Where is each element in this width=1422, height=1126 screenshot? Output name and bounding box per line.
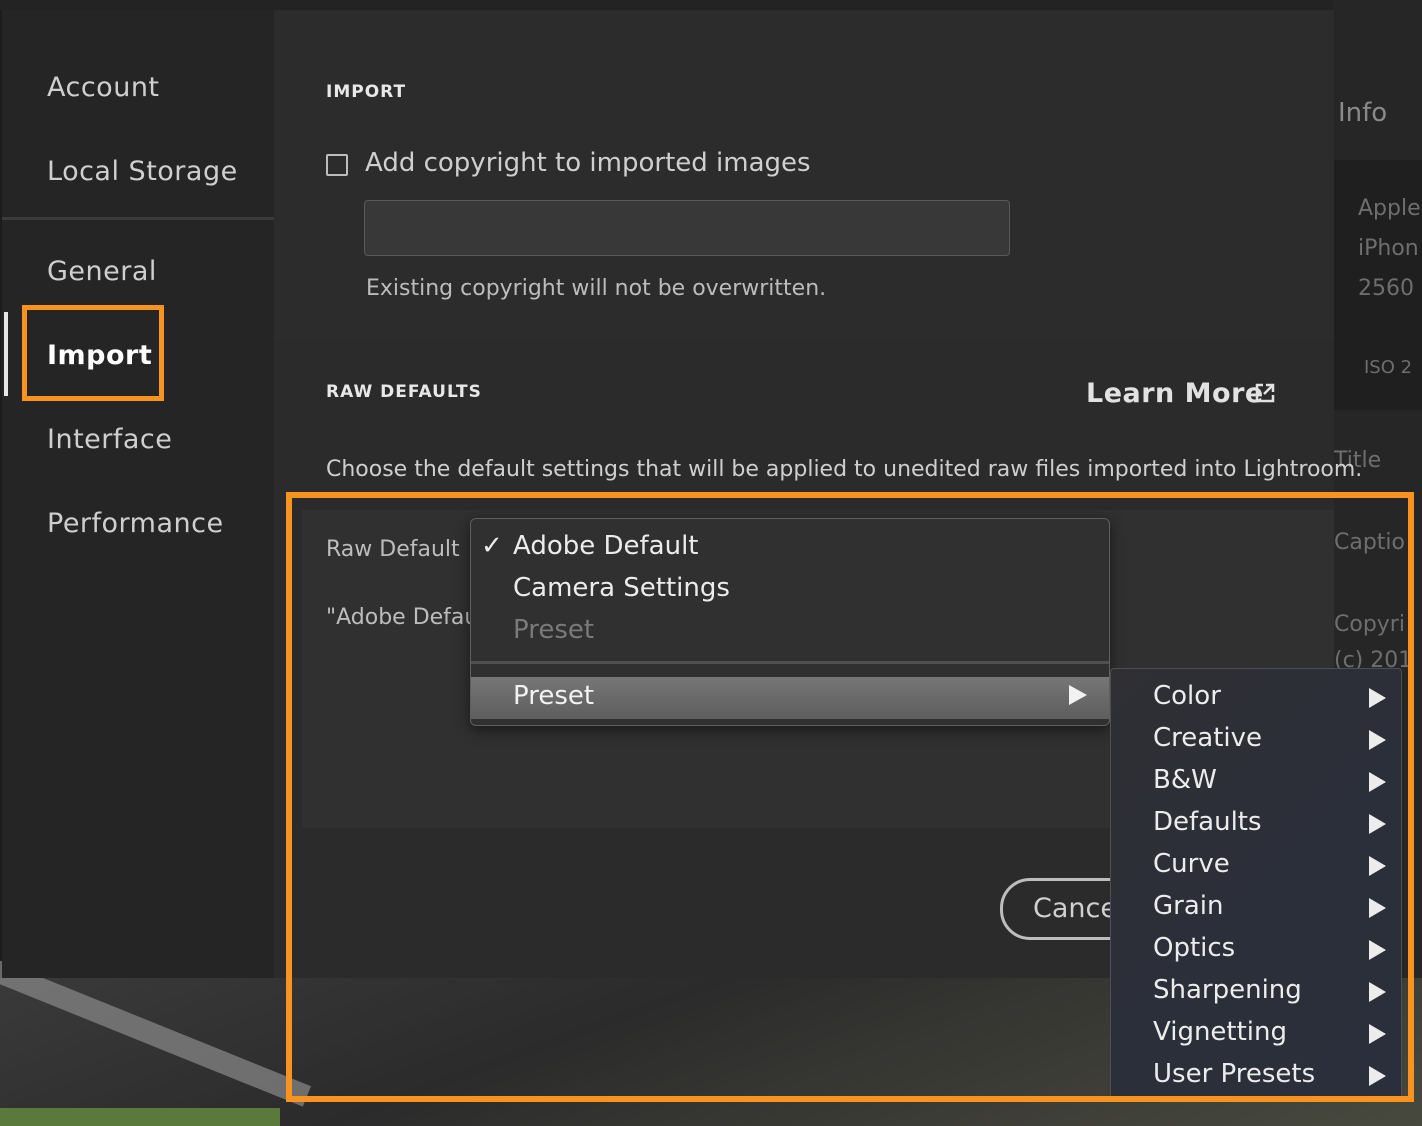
info-dimensions: 2560 (1358, 276, 1414, 301)
sidebar-item-interface[interactable]: Interface (47, 424, 172, 455)
sidebar-item-local-storage[interactable]: Local Storage (47, 156, 238, 187)
raw-defaults-title: RAW DEFAULTS (326, 382, 482, 402)
sidebar-item-performance[interactable]: Performance (47, 508, 224, 539)
info-camera-make: Apple (1358, 196, 1421, 221)
import-highlight-box (22, 305, 164, 401)
copyright-note: Existing copyright will not be overwritt… (366, 276, 827, 301)
raw-defaults-description: Choose the default settings that will be… (326, 457, 1363, 482)
external-link-icon[interactable] (1254, 382, 1276, 404)
learn-more-link[interactable]: Learn More (1086, 378, 1264, 409)
background-photo-edge (0, 1108, 280, 1126)
raw-defaults-highlight-box (286, 492, 1414, 1102)
sidebar-item-account[interactable]: Account (47, 72, 160, 103)
preferences-sidebar: Account Local Storage General Import Int… (2, 10, 274, 978)
copyright-input[interactable] (364, 200, 1010, 256)
sidebar-item-general[interactable]: General (47, 256, 157, 287)
info-iso: ISO 2 (1364, 357, 1413, 378)
info-camera-model: iPhon (1358, 236, 1419, 261)
sidebar-divider (2, 217, 274, 220)
info-panel-title: Info (1338, 98, 1388, 128)
import-section: IMPORT Add copyright to imported images … (274, 10, 1334, 340)
copyright-checkbox-label[interactable]: Add copyright to imported images (365, 148, 811, 178)
app-top-bar (0, 0, 1422, 10)
copyright-checkbox[interactable] (326, 154, 348, 176)
import-section-title: IMPORT (326, 82, 407, 102)
sidebar-active-indicator (4, 312, 8, 396)
